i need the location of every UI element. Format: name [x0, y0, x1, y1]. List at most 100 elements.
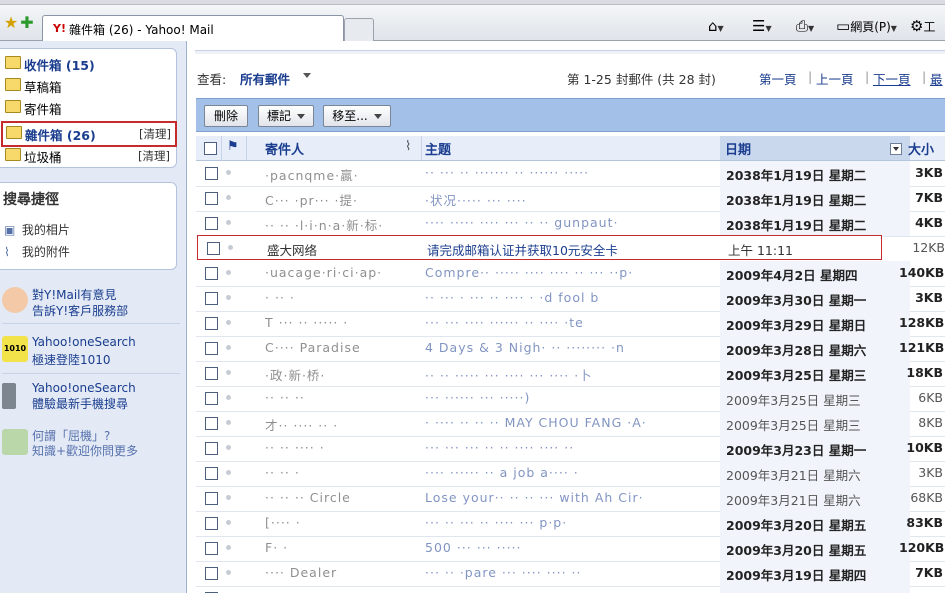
table-row[interactable]: [···· · ··· ·· ··· ·· ···· ··· p·p· 2009年3…: [196, 511, 945, 537]
row-subject-link[interactable]: 请完成邮箱认证并获取10元安全卡: [427, 240, 717, 259]
table-row[interactable]: ·· ·· ···· · ··· ··· ··· ·· ·· ···· ···· …: [196, 436, 945, 462]
row-checkbox[interactable]: [205, 492, 218, 505]
row-date: 上午 11:11: [728, 243, 793, 258]
flag-column-icon[interactable]: ⚑: [227, 139, 239, 154]
folder-inbox[interactable]: 收件箱 (15): [0, 53, 174, 73]
chevron-down-icon[interactable]: [303, 73, 311, 78]
table-row[interactable]: ···· Dealer ··· ·· ·pare ··· ···· ···· ··…: [196, 561, 945, 587]
row-subject-link[interactable]: ·· ·· ····· ··· ···· ··· ···· ·卜: [425, 365, 715, 384]
row-checkbox[interactable]: [205, 167, 218, 180]
divider: [421, 136, 422, 160]
row-checkbox[interactable]: [205, 517, 218, 530]
shortcut-attachments[interactable]: ⌇ 我的附件: [4, 243, 70, 260]
row-checkbox[interactable]: [205, 417, 218, 430]
row-checkbox[interactable]: [205, 442, 218, 455]
row-subject-link[interactable]: ··· ······ ··· ·····): [425, 390, 715, 405]
next-page-link[interactable]: 下一頁: [873, 69, 911, 88]
table-row[interactable]: ·· ·· ·· ··· ······ ··· ·····) 2009年3月25日 …: [196, 386, 945, 412]
select-all-checkbox[interactable]: [204, 142, 217, 155]
promo-onesearch-1010[interactable]: 1010 Yahoo!oneSearch 極速登陸1010: [0, 333, 185, 369]
print-icon: ⎙: [796, 17, 809, 35]
row-subject-link[interactable]: ··· ·· ·pare ··· ···· ···· ··: [425, 565, 715, 580]
table-row[interactable]: 才·· ···· ·· · · ···· ·· ·· ·· MAY CHOU FA…: [196, 411, 945, 437]
row-subject-link[interactable]: · ···· ·· ·· ·· MAY CHOU FANG ·A·: [425, 415, 715, 430]
folder-sent[interactable]: 寄件箱: [0, 97, 174, 117]
row-subject-link[interactable]: ···· ····· ···· ··· ·· ·· gunpaut·: [425, 215, 715, 230]
page-menu[interactable]: ▭網頁(P)▼: [836, 17, 897, 35]
folder-spam[interactable]: 雜件箱 (26) [清理]: [1, 121, 177, 147]
promo-feedback[interactable]: 對Y!Mail有意見 告訴Y!客戶服務部: [0, 284, 185, 320]
row-size: 3KB: [918, 465, 943, 480]
size-column-header[interactable]: 大小: [908, 139, 934, 158]
row-checkbox[interactable]: [205, 392, 218, 405]
row-subject-link[interactable]: ··· ··· ···· ······ ·· ···· ·te: [425, 315, 715, 330]
last-page-link[interactable]: 最: [930, 69, 943, 88]
attachment-column-icon[interactable]: ⌇: [405, 139, 411, 154]
sender-column-header[interactable]: 寄件人: [265, 139, 304, 158]
prev-page-link[interactable]: 上一頁: [816, 69, 854, 88]
row-checkbox[interactable]: [205, 542, 218, 555]
row-checkbox[interactable]: [205, 267, 218, 280]
table-row[interactable]: ·· ·· ···· ··· ··· ·· ·2009年3月19日 星期四9KB: [196, 586, 945, 593]
page-icon: ▭: [836, 17, 851, 35]
row-checkbox[interactable]: [205, 367, 218, 380]
row-date: 2009年3月21日 星期六: [726, 493, 861, 508]
home-button[interactable]: ⌂▼: [708, 17, 724, 35]
row-subject-link[interactable]: 500 ··· ··· ·····: [425, 540, 715, 555]
sidebar: 收件箱 (15) 草稿箱 寄件箱 雜件箱 (26) [清理] 垃圾桶 [清理] …: [0, 41, 187, 593]
first-page-link[interactable]: 第一頁: [759, 69, 797, 88]
row-subject-link[interactable]: Compre·· ····· ···· ···· ·· ··· ··p·: [425, 265, 715, 280]
table-row[interactable]: 盛大网络 请完成邮箱认证并获取10元安全卡 上午 11:11 12KB: [197, 235, 945, 260]
table-row[interactable]: · ·· · ·· ··· · ··· ·· ···· · ·d fool b 20…: [196, 286, 945, 312]
delete-button[interactable]: 刪除: [204, 105, 248, 127]
table-row[interactable]: C···· Paradise 4 Days & 3 Nigh· ·· ······…: [196, 336, 945, 362]
row-subject-link[interactable]: ···· ······ ·· a job a···· ·: [425, 465, 715, 480]
table-row[interactable]: ·· ·· ·l·i·n·a·新·标· ···· ····· ···· ··· ·…: [196, 211, 945, 237]
view-filter-select[interactable]: 所有郵件: [240, 69, 290, 88]
row-checkbox[interactable]: [205, 292, 218, 305]
move-to-button[interactable]: 移至...: [323, 105, 391, 127]
row-subject-link[interactable]: 4 Days & 3 Nigh· ·· ········ ·n: [425, 340, 715, 355]
table-row[interactable]: ·· ·· · ···· ······ ·· a job a···· · 2009年…: [196, 461, 945, 487]
print-button[interactable]: ⎙▼: [796, 17, 814, 35]
row-subject-link[interactable]: Lose your·· ·· ·· ··· with Ah Cir·: [425, 490, 715, 505]
row-checkbox[interactable]: [207, 242, 220, 255]
row-sender: ·政·新·桥·: [265, 368, 326, 383]
table-row[interactable]: F· · 500 ··· ··· ····· 2009年3月20日 星期五 120KB: [196, 536, 945, 562]
tools-menu[interactable]: ⚙工: [910, 17, 935, 35]
row-subject-link[interactable]: ··· ··· ··· ·· ·· ···· ···· ··: [425, 440, 715, 455]
subject-column-header[interactable]: 主题: [425, 139, 451, 158]
row-checkbox[interactable]: [205, 467, 218, 480]
rss-button[interactable]: ☰▼: [752, 17, 772, 35]
empty-trash-link[interactable]: [清理]: [138, 148, 170, 164]
sort-chevron-icon[interactable]: [890, 143, 902, 155]
row-checkbox[interactable]: [205, 567, 218, 580]
table-row[interactable]: T ··· ·· ····· · ··· ··· ···· ······ ·· ·…: [196, 311, 945, 337]
mark-button[interactable]: 標記: [258, 105, 314, 127]
add-favorite-icon[interactable]: ✚: [18, 14, 36, 32]
row-checkbox[interactable]: [205, 317, 218, 330]
row-subject-link[interactable]: ··· ·· ··· ·· ···· ··· p·p·: [425, 515, 715, 530]
shortcut-photos[interactable]: ▣ 我的相片: [4, 221, 70, 238]
promo-onesearch-mobile[interactable]: Yahoo!oneSearch 體驗最新手機搜尋: [0, 381, 185, 417]
table-row[interactable]: ·uacage·ri·ci·ap· Compre·· ····· ···· ···…: [196, 261, 945, 287]
row-checkbox[interactable]: [205, 217, 218, 230]
tab-yahoo-mail[interactable]: Y! 雜件箱 (26) - Yahoo! Mail: [42, 15, 344, 42]
table-row[interactable]: ·pacnqme·贏· ·· ··· ·· ······· ·· ······ ·…: [196, 161, 945, 187]
row-subject-link[interactable]: ·状况····· ··· ····: [425, 190, 715, 209]
table-row[interactable]: ·· ·· ·· Circle Lose your·· ·· ·· ··· wit…: [196, 486, 945, 512]
row-checkbox[interactable]: [205, 192, 218, 205]
row-checkbox[interactable]: [205, 342, 218, 355]
row-subject-link[interactable]: ·· ··· · ··· ·· ···· · ·d fool b: [425, 290, 715, 305]
date-column-header[interactable]: 日期: [725, 139, 751, 158]
row-date: 2038年1月19日 星期二: [726, 168, 867, 183]
new-tab-button[interactable]: [344, 18, 374, 41]
folder-drafts[interactable]: 草稿箱: [0, 75, 174, 95]
row-subject-link[interactable]: ·· ··· ·· ······· ·· ······ ·····: [425, 165, 715, 180]
empty-spam-link[interactable]: [清理]: [139, 126, 171, 142]
folder-trash[interactable]: 垃圾桶 [清理]: [0, 145, 174, 165]
table-row[interactable]: C··· ·pr··· ·提· ·状况····· ··· ···· 2038年1月1…: [196, 186, 945, 212]
row-size: 3KB: [915, 165, 943, 180]
promo-knowledge[interactable]: 何謂「屈機」? 知識+歡迎你問更多: [0, 427, 185, 463]
table-row[interactable]: ·政·新·桥· ·· ·· ····· ··· ···· ··· ···· ·卜 2…: [196, 361, 945, 387]
